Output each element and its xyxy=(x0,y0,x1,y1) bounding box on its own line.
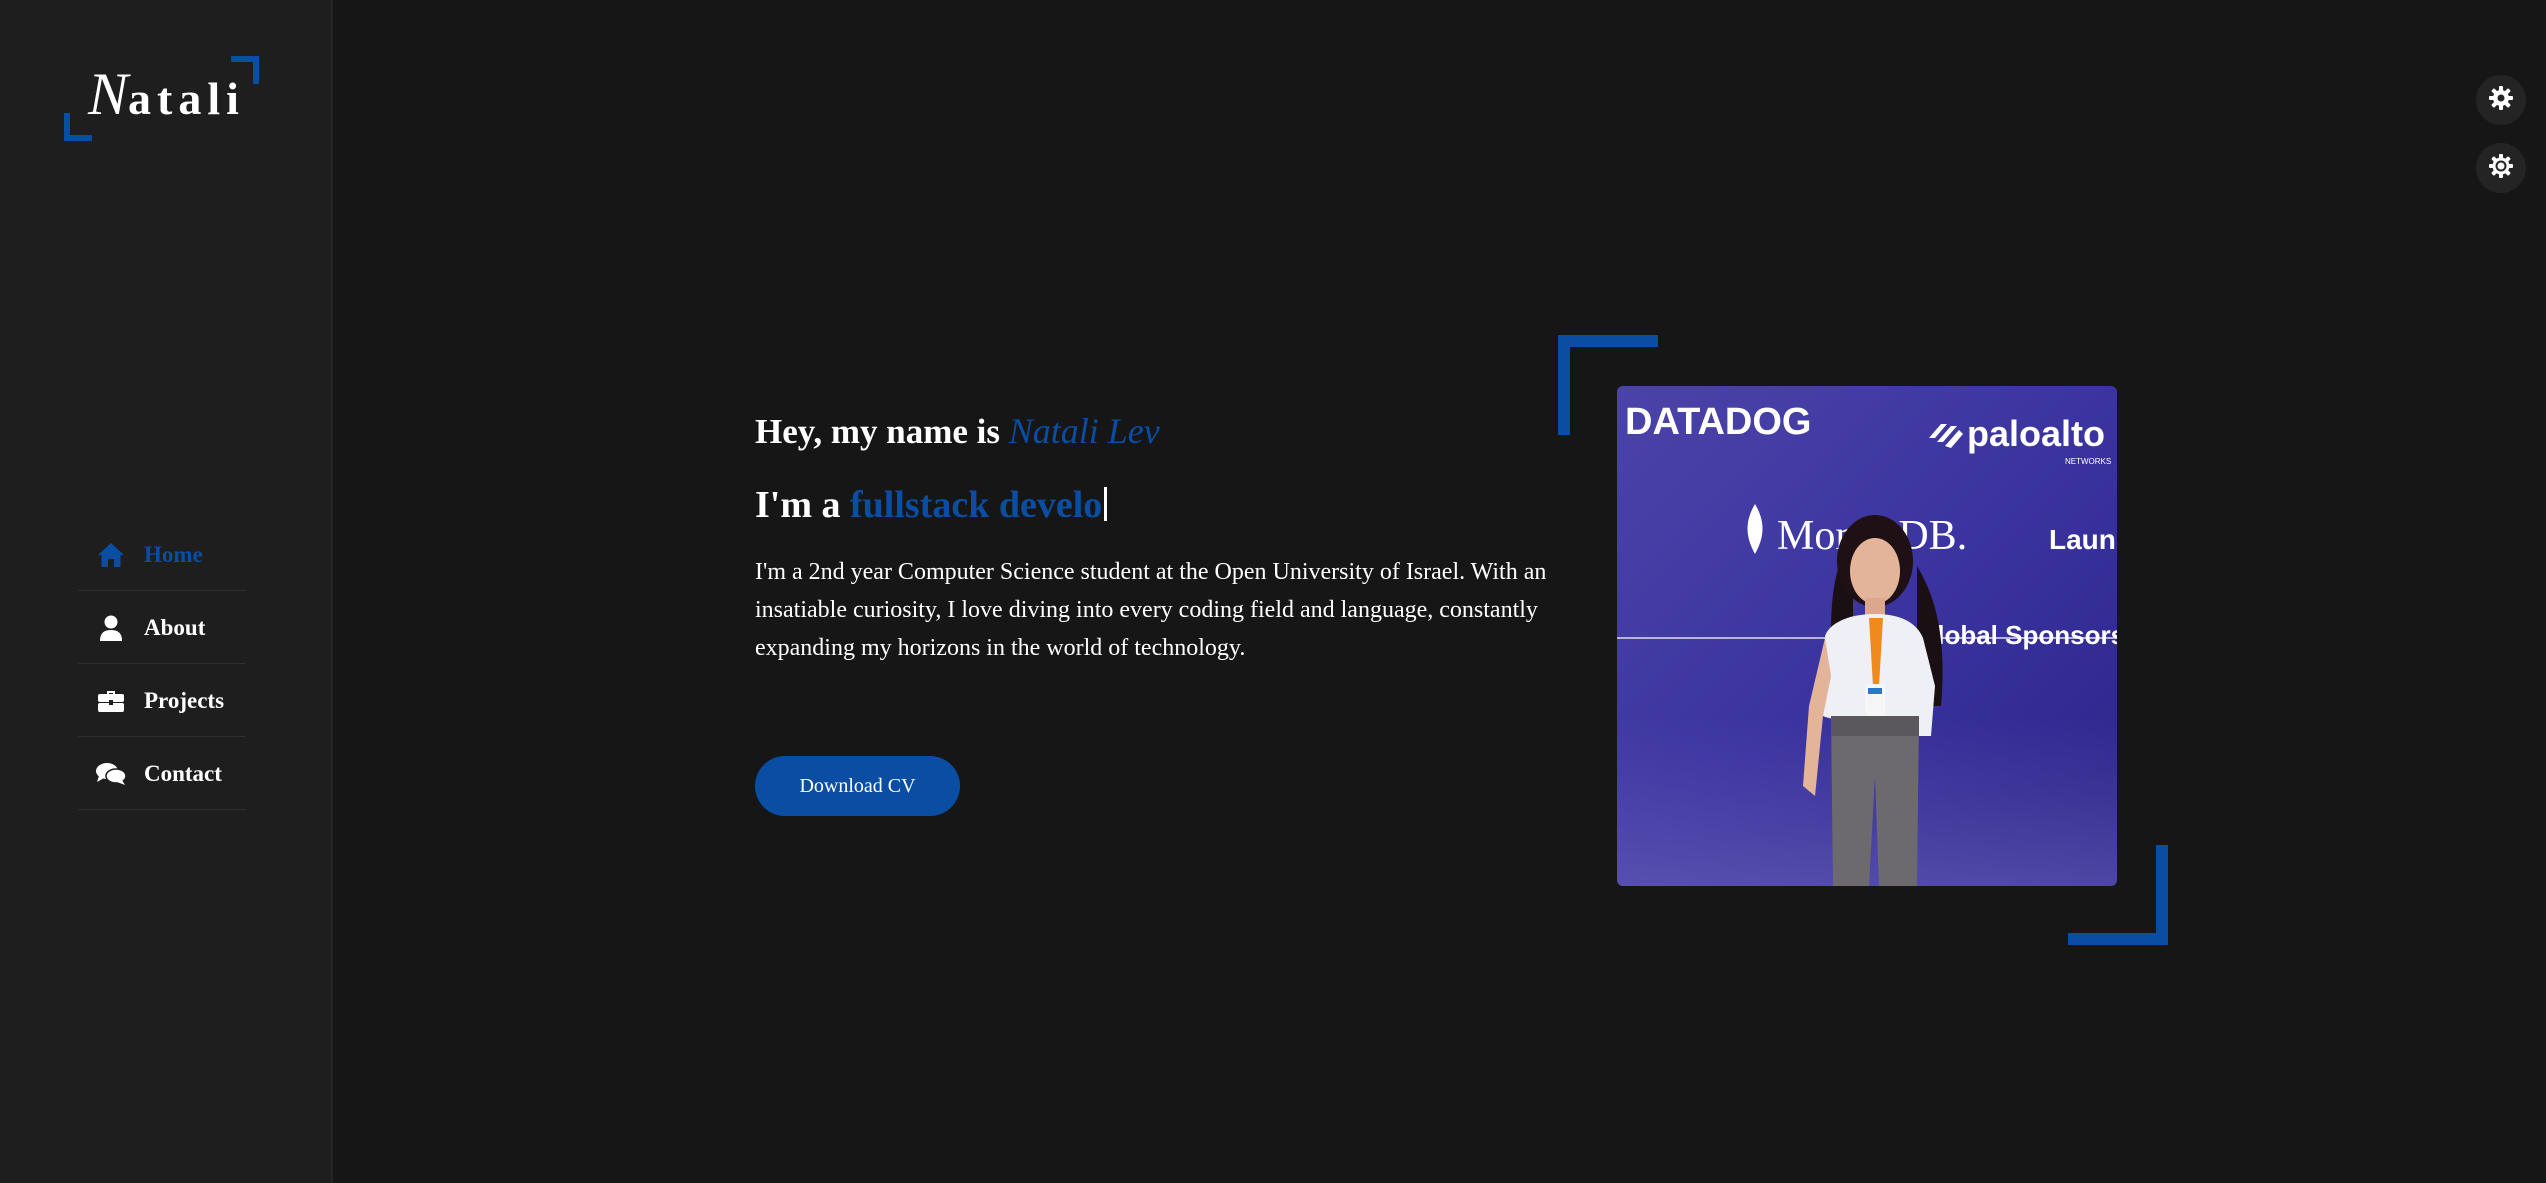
greeting-heading: Hey, my name is Natali Lev xyxy=(755,404,1565,459)
banner-text-launch: Laun xyxy=(2049,524,2116,555)
nav-item-label: Home xyxy=(144,542,203,567)
user-icon xyxy=(96,613,126,643)
home-icon xyxy=(96,540,126,570)
nav-item-projects[interactable]: Projects xyxy=(78,666,246,737)
logo-text: Natali xyxy=(88,60,245,129)
bio-paragraph: I'm a 2nd year Computer Science student … xyxy=(755,559,1547,661)
main-nav: Home About Projects Contact xyxy=(78,520,246,812)
gear-icon xyxy=(2488,85,2514,116)
banner-text-datadog: DATADOG xyxy=(1625,401,1811,443)
sidebar: Natali Home About Projects Contact xyxy=(0,0,333,1183)
hero-section: Hey, my name is Natali Lev I'm a fullsta… xyxy=(755,404,1565,667)
role-typed-text: fullstack develo xyxy=(850,484,1103,526)
role-prefix: I'm a xyxy=(755,484,841,526)
nav-item-home[interactable]: Home xyxy=(78,520,246,591)
chat-icon xyxy=(96,759,126,789)
profile-photo: DATADOG paloalto NETWORKS MongoDB. Laun … xyxy=(1617,386,2117,886)
logo-rest: atali xyxy=(128,73,245,124)
logo-initial: N xyxy=(88,61,129,127)
nav-item-about[interactable]: About xyxy=(78,593,246,664)
briefcase-icon xyxy=(96,686,126,716)
greeting-prefix: Hey, my name is xyxy=(755,412,1000,451)
theme-toggle-button[interactable] xyxy=(2476,143,2526,193)
nav-item-label: Projects xyxy=(144,688,225,713)
banner-text-paloalto-sub: NETWORKS xyxy=(2065,457,2111,466)
nav-item-contact[interactable]: Contact xyxy=(78,739,246,810)
logo[interactable]: Natali xyxy=(64,56,259,141)
typing-cursor xyxy=(1104,487,1108,521)
role-heading: I'm a fullstack develo xyxy=(755,475,1565,535)
banner-text-paloalto: paloalto xyxy=(1967,413,2105,454)
sun-gear-icon xyxy=(2488,153,2514,184)
settings-button[interactable] xyxy=(2476,75,2526,125)
nav-item-label: Contact xyxy=(144,761,222,786)
banner-text-sponsors: Global Sponsors xyxy=(1917,620,2117,650)
hero-name: Natali Lev xyxy=(1008,411,1160,451)
nav-item-label: About xyxy=(144,615,206,640)
download-cv-button[interactable]: Download CV xyxy=(755,756,960,816)
